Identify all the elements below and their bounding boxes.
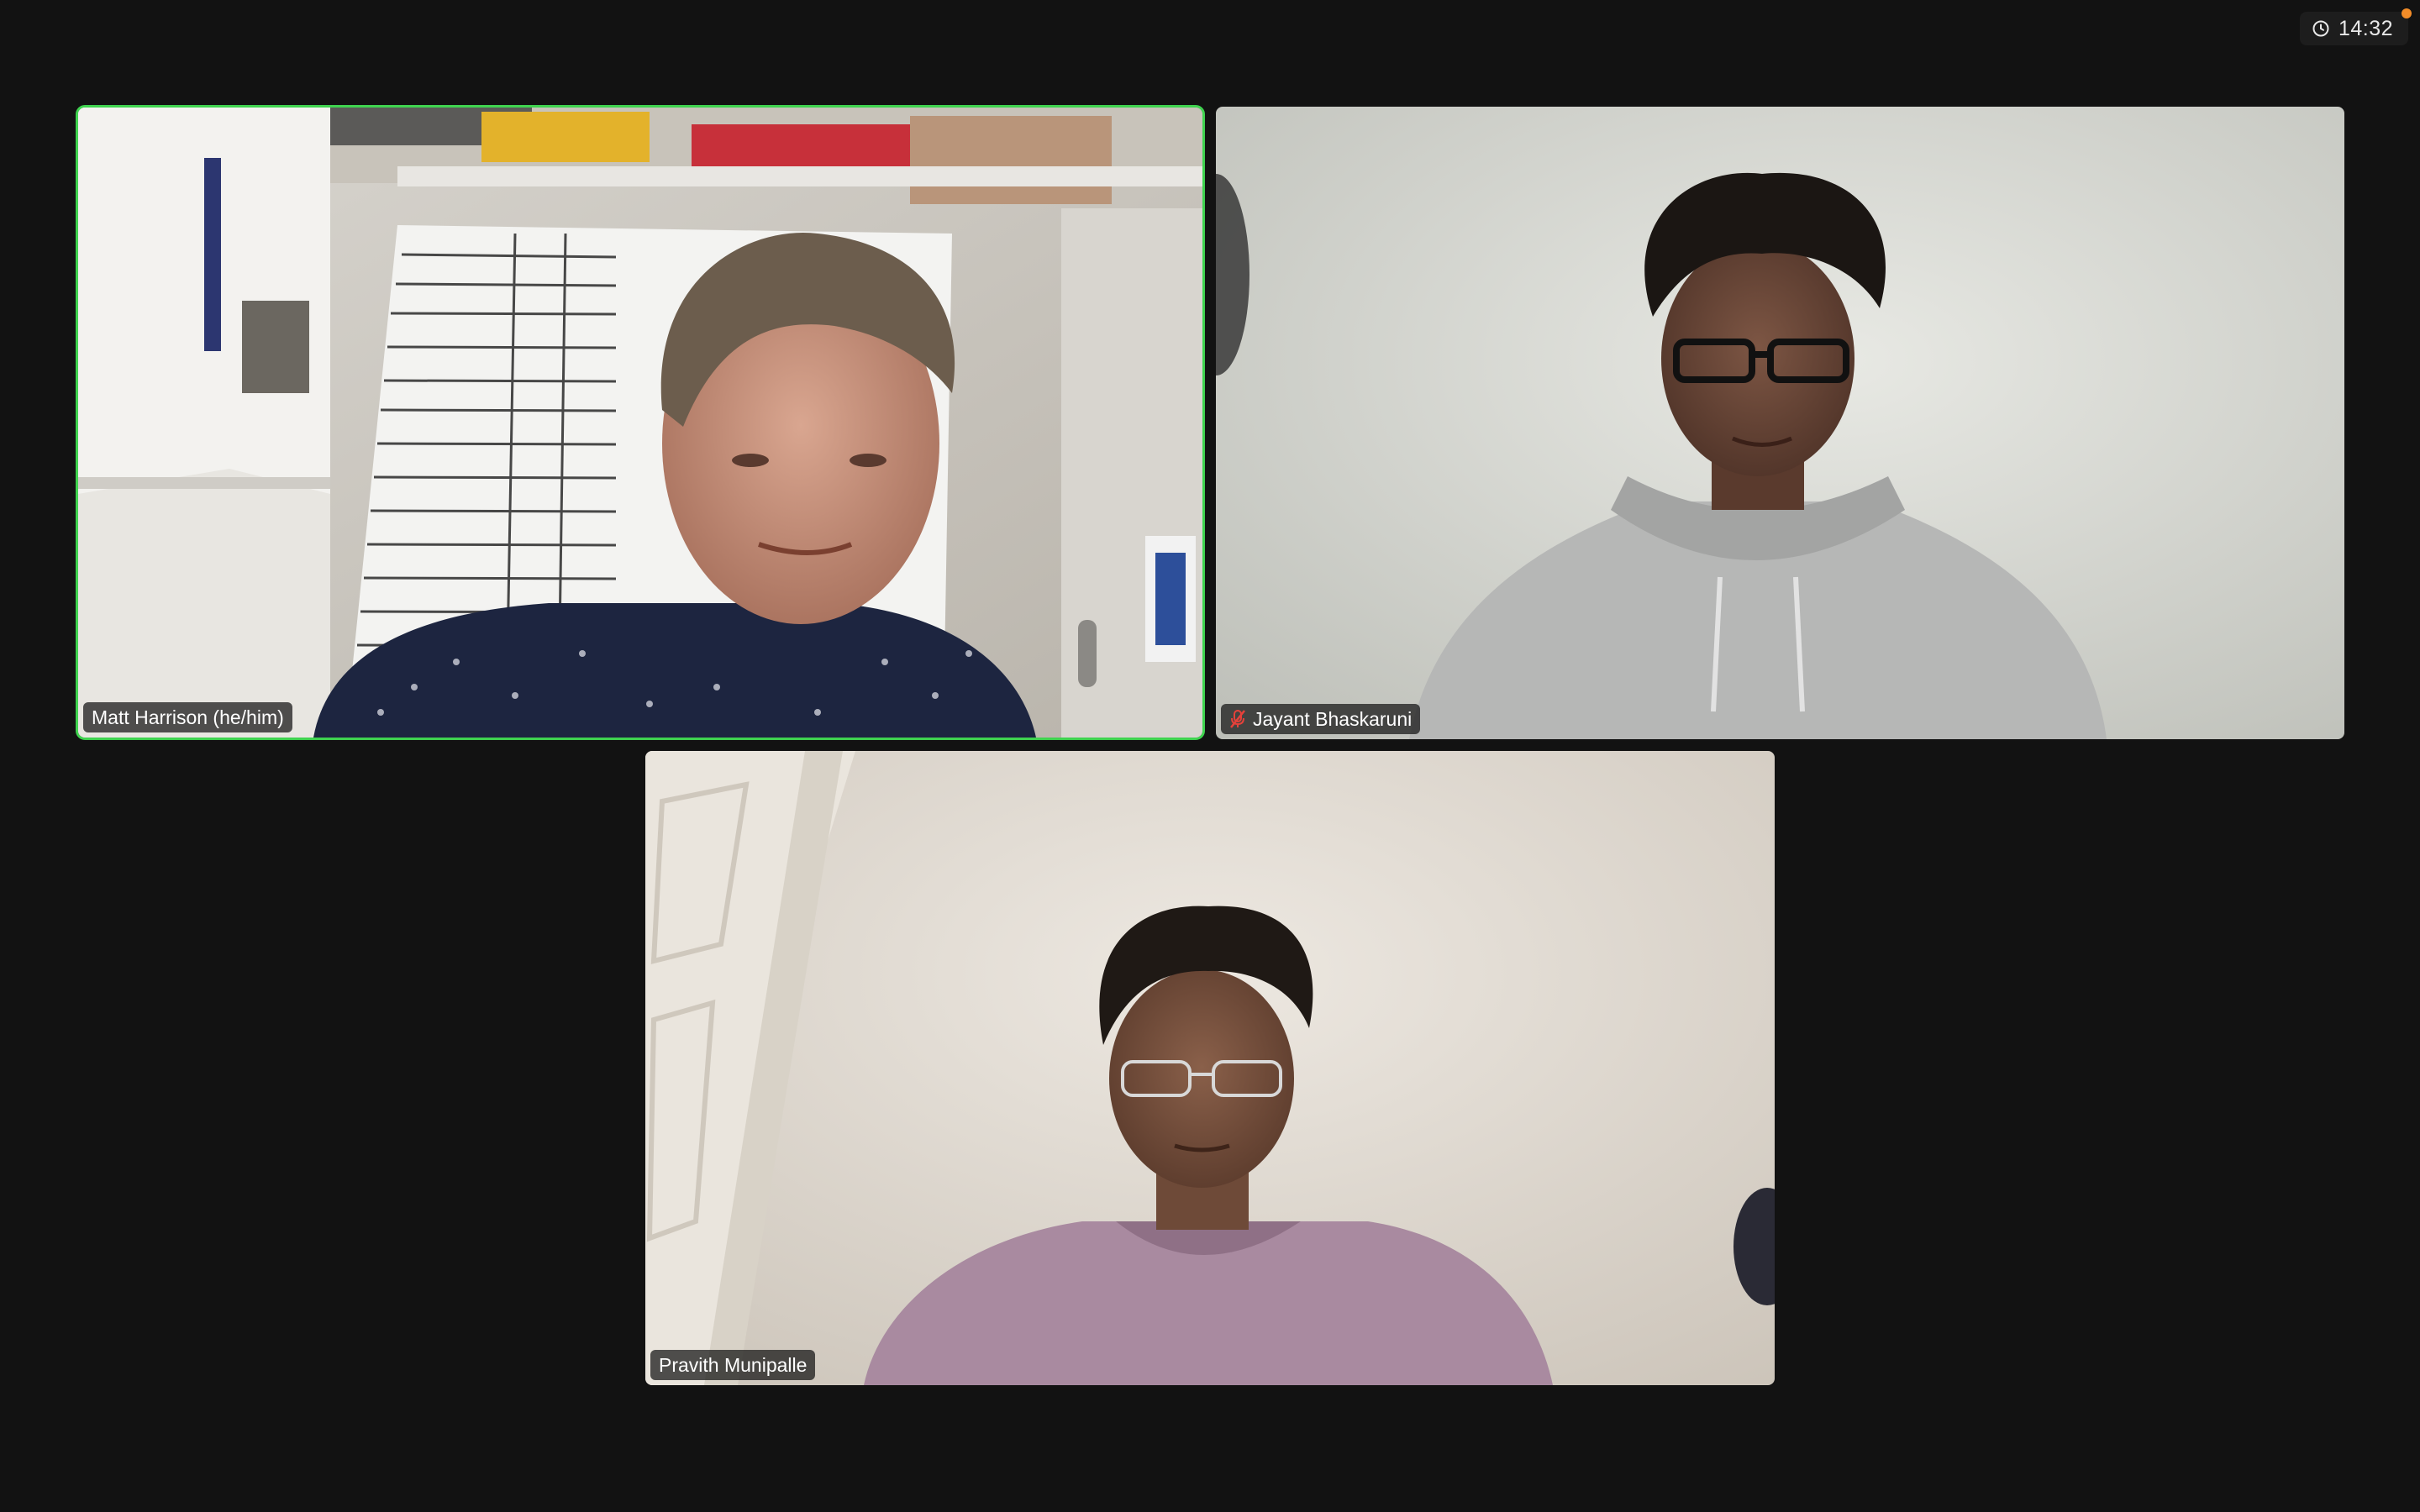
- participant-name: Jayant Bhaskaruni: [1253, 707, 1413, 730]
- video-meeting-gallery: 14:32 Matt Harrison (he/him) Jayant Bhas…: [0, 0, 2420, 1512]
- participant-name-tag: Matt Harrison (he/him): [83, 702, 292, 732]
- participant-name: Matt Harrison (he/him): [92, 706, 284, 728]
- participant-video-tile[interactable]: Pravith Munipalle: [645, 751, 1775, 1385]
- participant-video-feed: [645, 751, 1775, 1385]
- participant-name-tag: Jayant Bhaskaruni: [1221, 704, 1421, 734]
- participant-video-tile[interactable]: Matt Harrison (he/him): [76, 105, 1205, 740]
- meeting-timer[interactable]: 14:32: [2299, 8, 2412, 45]
- participant-video-feed: [78, 108, 1202, 738]
- notification-dot: [2402, 8, 2412, 18]
- participant-video-tile[interactable]: Jayant Bhaskaruni: [1216, 107, 2344, 739]
- clock-icon: [2312, 20, 2329, 37]
- participant-name-tag: Pravith Munipalle: [650, 1350, 816, 1380]
- participant-name: Pravith Munipalle: [659, 1353, 808, 1376]
- participant-video-feed: [1216, 107, 2344, 739]
- mic-muted-icon: [1230, 710, 1245, 728]
- meeting-timer-text: 14:32: [2338, 16, 2393, 40]
